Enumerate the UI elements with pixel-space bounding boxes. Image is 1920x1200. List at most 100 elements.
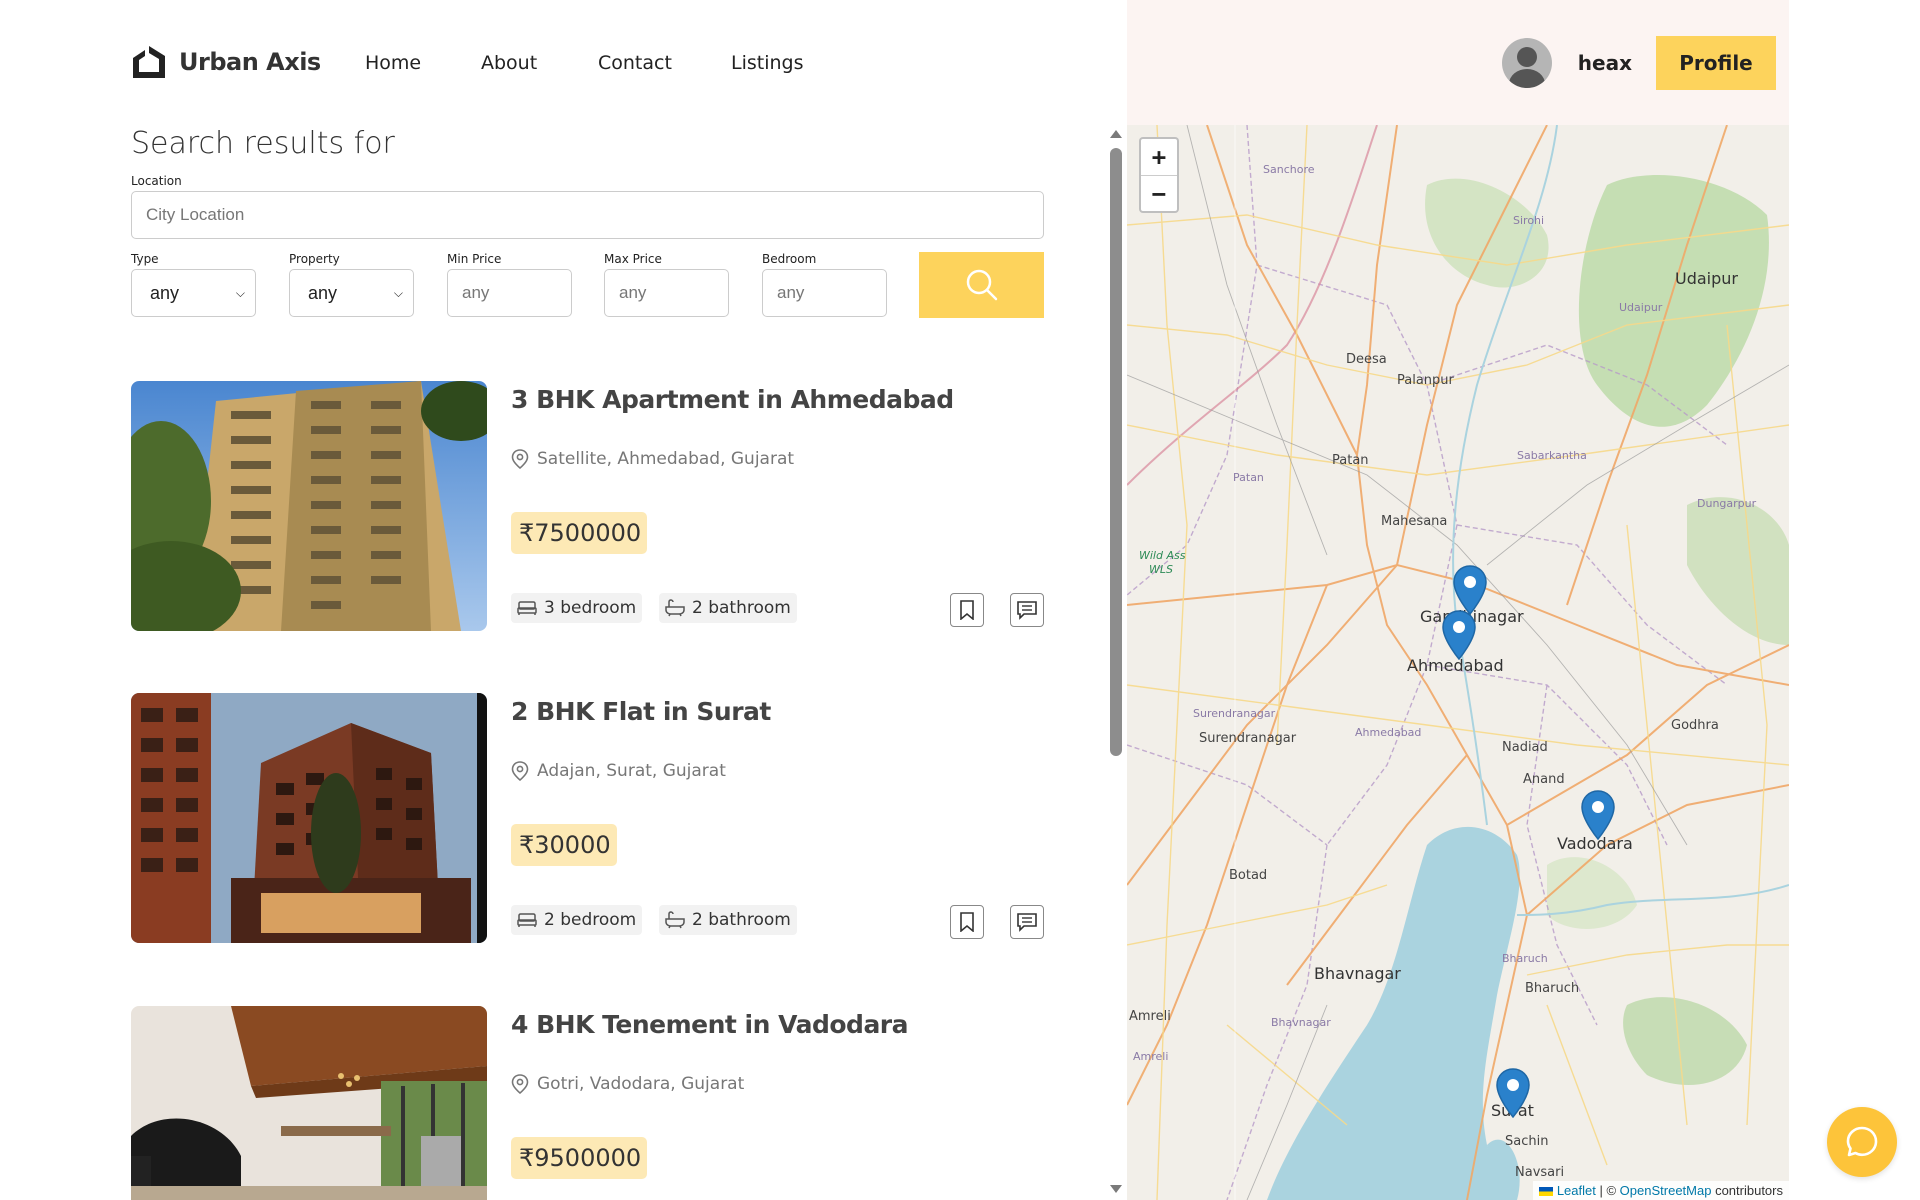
map-label-mahesana: Mahesana xyxy=(1381,514,1448,529)
brand-name: Urban Axis xyxy=(179,48,321,76)
listing-card[interactable]: 2 BHK Flat in Surat Adajan, Surat, Gujar… xyxy=(131,693,1045,945)
type-value: any xyxy=(150,282,180,303)
map-view[interactable]: + − Sanchore Sirohi Udaipur Udaipur Dees… xyxy=(1127,125,1789,1200)
nav-contact[interactable]: Contact xyxy=(598,52,672,74)
bathroom-text: 2 bathroom xyxy=(692,598,791,618)
map-marker-ahmedabad[interactable] xyxy=(1442,610,1476,660)
bathroom-chip: 2 bathroom xyxy=(659,905,797,935)
listing-address: Satellite, Ahmedabad, Gujarat xyxy=(511,449,794,469)
chevron-down-icon: ⌵ xyxy=(235,285,245,300)
bathroom-chip: 2 bathroom xyxy=(659,593,797,623)
location-input[interactable]: City Location xyxy=(131,191,1044,239)
bed-icon xyxy=(517,601,537,615)
listing-title[interactable]: 4 BHK Tenement in Vadodara xyxy=(511,1010,909,1039)
bath-icon xyxy=(665,599,685,617)
map-label-anand: Anand xyxy=(1523,772,1565,787)
min-price-placeholder: any xyxy=(462,283,490,302)
property-value: any xyxy=(308,282,338,303)
bedroom-label: Bedroom xyxy=(762,252,817,266)
map-label-patan-district: Patan xyxy=(1233,471,1264,484)
max-price-label: Max Price xyxy=(604,252,662,266)
listing-price: ₹9500000 xyxy=(511,1137,648,1179)
bookmark-button[interactable] xyxy=(950,905,984,939)
bookmark-icon xyxy=(960,912,974,932)
listing-address: Gotri, Vadodara, Gujarat xyxy=(511,1074,744,1094)
map-label-sirohi: Sirohi xyxy=(1513,214,1545,227)
zoom-control: + − xyxy=(1139,137,1179,213)
listing-card[interactable]: 4 BHK Tenement in Vadodara Gotri, Vadoda… xyxy=(131,1006,1045,1200)
profile-button[interactable]: Profile xyxy=(1656,36,1776,90)
type-select[interactable]: any ⌵ xyxy=(131,269,256,317)
bedroom-chip: 3 bedroom xyxy=(511,593,643,623)
location-label: Location xyxy=(131,174,182,188)
listing-price: ₹7500000 xyxy=(511,512,648,554)
listing-title[interactable]: 2 BHK Flat in Surat xyxy=(511,697,771,726)
location-pin-icon xyxy=(511,449,529,469)
listing-photo[interactable] xyxy=(131,693,487,943)
max-price-input[interactable]: any xyxy=(604,269,729,317)
brand-icon xyxy=(133,46,165,78)
map-label-udaipur-district: Udaipur xyxy=(1619,301,1663,314)
map-label-botad: Botad xyxy=(1229,868,1268,883)
brand-logo[interactable]: Urban Axis xyxy=(131,44,321,80)
bedroom-text: 2 bedroom xyxy=(544,910,637,930)
search-button[interactable] xyxy=(919,252,1044,318)
map-label-bharuch: Bharuch xyxy=(1525,981,1580,996)
message-button[interactable] xyxy=(1010,905,1044,939)
app-root: Urban Axis Home About Contact Listings h… xyxy=(0,0,1920,1200)
map-label-wild-ass: Wild Ass xyxy=(1139,549,1186,562)
map-label-bharuch-district: Bharuch xyxy=(1502,952,1548,965)
map-label-surendranagar-district: Surendranagar xyxy=(1193,707,1276,720)
max-price-placeholder: any xyxy=(619,283,647,302)
bedroom-placeholder: any xyxy=(777,283,805,302)
leaflet-link[interactable]: Leaflet xyxy=(1557,1183,1596,1198)
map-label-deesa: Deesa xyxy=(1346,352,1387,367)
bath-icon xyxy=(665,911,685,929)
map-label-sabarkantha: Sabarkantha xyxy=(1517,449,1587,462)
zoom-out-button[interactable]: − xyxy=(1141,175,1177,211)
scroll-up-arrow-icon[interactable] xyxy=(1110,130,1122,138)
map-label-bhavnagar-district: Bhavnagar xyxy=(1271,1016,1331,1029)
min-price-input[interactable]: any xyxy=(447,269,572,317)
map-label-sachin: Sachin xyxy=(1505,1134,1549,1149)
scroll-down-arrow-icon[interactable] xyxy=(1110,1185,1122,1193)
message-button[interactable] xyxy=(1010,593,1044,627)
scrollbar-thumb[interactable] xyxy=(1110,148,1122,756)
map-label-ahmedabad-district: Ahmedabad xyxy=(1355,726,1422,739)
listing-photo[interactable] xyxy=(131,1006,487,1200)
map-marker-vadodara[interactable] xyxy=(1581,790,1615,840)
search-title: Search results for xyxy=(131,126,395,161)
chat-button[interactable] xyxy=(1827,1107,1897,1177)
map-attribution: Leaflet | © OpenStreetMap contributors xyxy=(1533,1181,1789,1200)
nav-home[interactable]: Home xyxy=(365,52,421,74)
message-icon xyxy=(1017,601,1037,620)
nav-about[interactable]: About xyxy=(481,52,537,74)
ukraine-flag-icon xyxy=(1539,1187,1554,1197)
listing-title[interactable]: 3 BHK Apartment in Ahmedabad xyxy=(511,385,954,414)
property-select[interactable]: any ⌵ xyxy=(289,269,414,317)
map-label-godhra: Godhra xyxy=(1671,718,1719,733)
bed-icon xyxy=(517,913,537,927)
listing-address: Adajan, Surat, Gujarat xyxy=(511,761,726,781)
search-icon xyxy=(966,269,997,301)
listing-card[interactable]: 3 BHK Apartment in Ahmedabad Satellite, … xyxy=(131,381,1045,633)
bedroom-input[interactable]: any xyxy=(762,269,887,317)
map-label-wls: WLS xyxy=(1149,563,1173,576)
map-label-patan: Patan xyxy=(1332,453,1369,468)
zoom-in-button[interactable]: + xyxy=(1141,139,1177,175)
bathroom-text: 2 bathroom xyxy=(692,910,791,930)
map-marker-surat[interactable] xyxy=(1496,1068,1530,1118)
bookmark-button[interactable] xyxy=(950,593,984,627)
attribution-separator: | © xyxy=(1595,1183,1620,1198)
username[interactable]: heax xyxy=(1578,51,1632,75)
osm-link[interactable]: OpenStreetMap xyxy=(1620,1183,1712,1198)
map-label-surendranagar: Surendranagar xyxy=(1199,731,1297,746)
location-placeholder: City Location xyxy=(146,205,245,224)
listing-address-text: Satellite, Ahmedabad, Gujarat xyxy=(537,449,795,469)
map-marker-gandhinagar[interactable] xyxy=(1453,565,1487,615)
min-price-label: Min Price xyxy=(447,252,502,266)
nav-listings[interactable]: Listings xyxy=(731,52,804,74)
location-pin-icon xyxy=(511,1074,529,1094)
avatar[interactable] xyxy=(1501,38,1552,88)
listing-photo[interactable] xyxy=(131,381,487,631)
